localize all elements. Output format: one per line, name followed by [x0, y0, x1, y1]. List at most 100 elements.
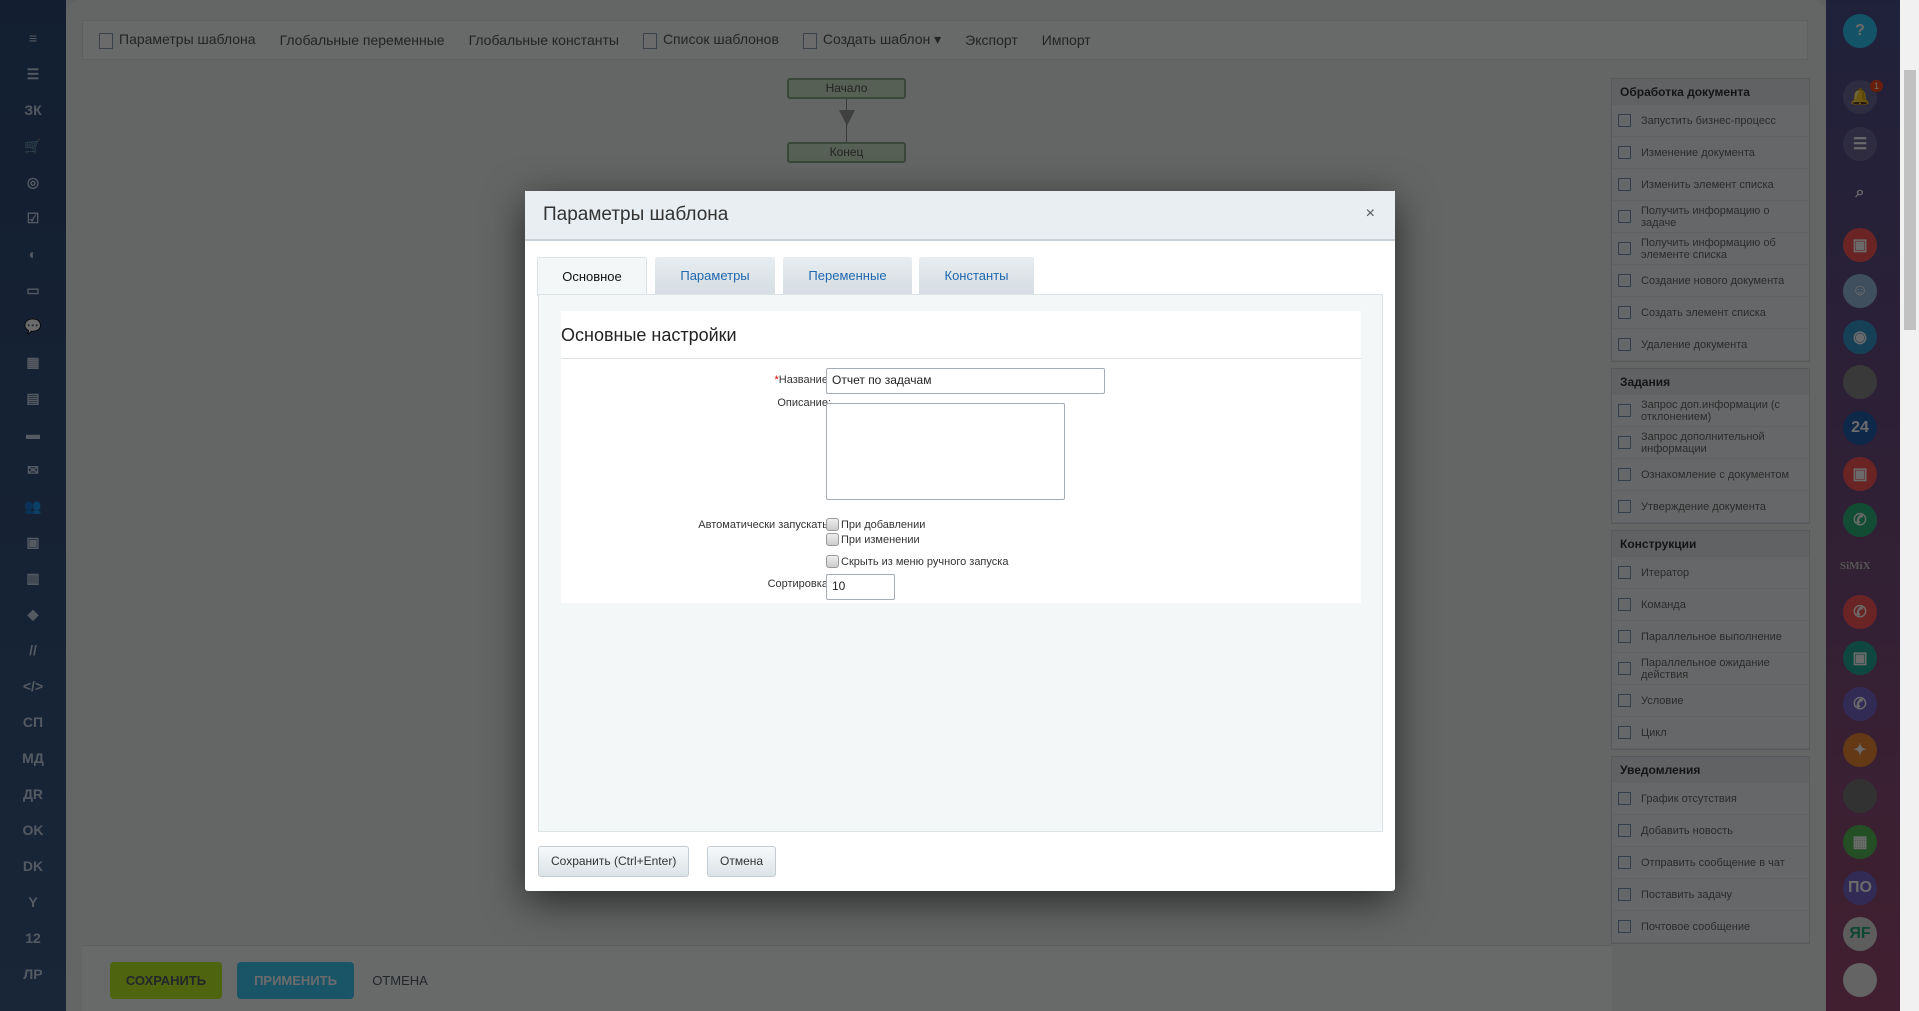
left-sidebar-item[interactable]: ◐ [13, 236, 53, 272]
activity-item[interactable]: График отсутствия [1612, 783, 1809, 815]
page-scrollbar[interactable] [1900, 0, 1919, 1011]
toolbar-global-variables[interactable]: Глобальные переменные [280, 32, 445, 48]
simix-logo[interactable]: SiMiX [1840, 560, 1871, 572]
left-sidebar-item[interactable]: DK [13, 848, 53, 884]
activity-item[interactable]: Изменение документа [1612, 137, 1809, 169]
activity-item[interactable]: Цикл [1612, 717, 1809, 749]
left-sidebar-item[interactable]: ДR [13, 776, 53, 812]
help-icon[interactable]: ? [1843, 14, 1877, 48]
left-sidebar-item[interactable]: ЗК [13, 92, 53, 128]
activity-item[interactable]: Условие [1612, 685, 1809, 717]
toolbar-import[interactable]: Импорт [1042, 32, 1091, 48]
description-textarea[interactable] [826, 403, 1065, 500]
left-sidebar-item[interactable]: ◆ [13, 596, 53, 632]
hide-manual-checkbox[interactable]: Скрыть из меню ручного запуска [826, 555, 1008, 568]
openline-icon[interactable]: ▣ [1843, 228, 1877, 262]
checkbox-icon[interactable] [826, 555, 839, 568]
name-input[interactable]: Отчет по задачам [826, 368, 1105, 394]
left-sidebar-item[interactable]: 🛒 [13, 128, 53, 164]
left-sidebar-item[interactable]: ☰ [13, 56, 53, 92]
chat-icon[interactable]: ☰ [1843, 127, 1877, 161]
left-sidebar-item[interactable]: ▤ [13, 380, 53, 416]
left-sidebar-item[interactable]: ▦ [13, 344, 53, 380]
activity-item[interactable]: Ознакомление с документом [1612, 459, 1809, 491]
openline-icon[interactable]: ▣ [1843, 457, 1877, 491]
checkbox-icon[interactable] [826, 533, 839, 546]
left-sidebar-item[interactable]: ✉ [13, 452, 53, 488]
activity-item[interactable]: Запрос дополнительной информации [1612, 427, 1809, 459]
activity-item[interactable]: Изменить элемент списка [1612, 169, 1809, 201]
app-avatar[interactable] [1843, 963, 1877, 997]
on-add-checkbox[interactable]: При добавлении [826, 518, 925, 531]
toolbar-create-template[interactable]: Создать шаблон ▾ [802, 31, 941, 49]
dialog-save-button[interactable]: Сохранить (Ctrl+Enter) [538, 846, 690, 877]
bot-avatar[interactable]: ◉ [1843, 320, 1877, 354]
dialog-cancel-button[interactable]: Отмена [707, 846, 777, 877]
left-sidebar-item[interactable]: OK [13, 812, 53, 848]
left-sidebar-item[interactable]: СП [13, 704, 53, 740]
left-sidebar-item[interactable]: ▥ [13, 560, 53, 596]
user-avatar[interactable] [1843, 779, 1877, 813]
activity-item[interactable]: Получить информацию о задаче [1612, 201, 1809, 233]
save-button[interactable]: СОХРАНИТЬ [110, 962, 222, 999]
user-avatar[interactable] [1843, 365, 1877, 399]
phone-icon[interactable]: ✆ [1843, 595, 1877, 629]
activity-item[interactable]: Получить информацию об элементе списка [1612, 233, 1809, 265]
phone-icon[interactable]: ✆ [1843, 503, 1877, 537]
openline-icon[interactable]: ▣ [1843, 641, 1877, 675]
activity-group-title[interactable]: Обработка документа [1612, 79, 1809, 105]
toolbar-export[interactable]: Экспорт [965, 32, 1018, 48]
po-avatar[interactable]: ПО [1843, 871, 1877, 905]
rf-avatar[interactable]: ЯF [1843, 917, 1877, 951]
toolbar-template-list[interactable]: Список шаблонов [642, 31, 779, 49]
search-icon[interactable]: ⌕ [1843, 176, 1877, 210]
activity-item[interactable]: Создать элемент списка [1612, 297, 1809, 329]
activity-group-title[interactable]: Уведомления [1612, 757, 1809, 783]
scrollbar-thumb[interactable] [1904, 70, 1916, 330]
apply-button[interactable]: ПРИМЕНИТЬ [237, 962, 354, 999]
left-sidebar-item[interactable]: ▣ [13, 524, 53, 560]
left-sidebar-item[interactable]: </> [13, 668, 53, 704]
close-icon[interactable]: × [1366, 205, 1375, 223]
left-sidebar-item[interactable]: МД [13, 740, 53, 776]
activity-group-title[interactable]: Задания [1612, 369, 1809, 395]
bot-icon[interactable]: ☺ [1843, 274, 1877, 308]
tab-constants[interactable]: Константы [919, 257, 1034, 295]
on-change-checkbox[interactable]: При изменении [826, 533, 920, 546]
activity-item[interactable]: Отправить сообщение в чат [1612, 847, 1809, 879]
toolbar-template-params[interactable]: Параметры шаблона [99, 31, 256, 49]
calendar-icon[interactable]: ▦ [1843, 825, 1877, 859]
flow-start-node[interactable]: Начало [787, 78, 906, 99]
left-sidebar-item[interactable]: // [13, 632, 53, 668]
left-sidebar-item[interactable]: ≡ [13, 20, 53, 56]
left-sidebar-item[interactable]: 💬 [13, 308, 53, 344]
left-sidebar-item[interactable]: 12 [13, 920, 53, 956]
app-icon[interactable]: ✦ [1843, 733, 1877, 767]
left-sidebar-item[interactable]: ☑ [13, 200, 53, 236]
tab-main[interactable]: Основное [537, 257, 647, 296]
activity-item[interactable]: Почтовое сообщение [1612, 911, 1809, 943]
cancel-link[interactable]: ОТМЕНА [370, 962, 430, 999]
tab-variables[interactable]: Переменные [783, 257, 912, 295]
left-sidebar-item[interactable]: ◎ [13, 164, 53, 200]
left-sidebar-item[interactable]: ЛР [13, 956, 53, 992]
activity-item[interactable]: Создание нового документа [1612, 265, 1809, 297]
left-sidebar-item[interactable]: ▭ [13, 272, 53, 308]
tab-parameters[interactable]: Параметры [655, 257, 775, 295]
b24-avatar[interactable]: 24 [1843, 411, 1877, 445]
activity-item[interactable]: Поставить задачу [1612, 879, 1809, 911]
left-sidebar-item[interactable]: ▬ [13, 416, 53, 452]
activity-item[interactable]: Параллельное выполнение [1612, 621, 1809, 653]
activity-group-title[interactable]: Конструкции [1612, 531, 1809, 557]
phone-icon[interactable]: ✆ [1843, 687, 1877, 721]
left-sidebar-item[interactable]: 👥 [13, 488, 53, 524]
toolbar-global-constants[interactable]: Глобальные константы [469, 32, 619, 48]
sort-input[interactable]: 10 [826, 574, 895, 600]
flow-end-node[interactable]: Конец [787, 142, 906, 163]
activity-item[interactable]: Удаление документа [1612, 329, 1809, 361]
checkbox-icon[interactable] [826, 518, 839, 531]
activity-item[interactable]: Итератор [1612, 557, 1809, 589]
activity-item[interactable]: Параллельное ожидание действия [1612, 653, 1809, 685]
activity-item[interactable]: Утверждение документа [1612, 491, 1809, 523]
activity-item[interactable]: Запустить бизнес-процесс [1612, 105, 1809, 137]
